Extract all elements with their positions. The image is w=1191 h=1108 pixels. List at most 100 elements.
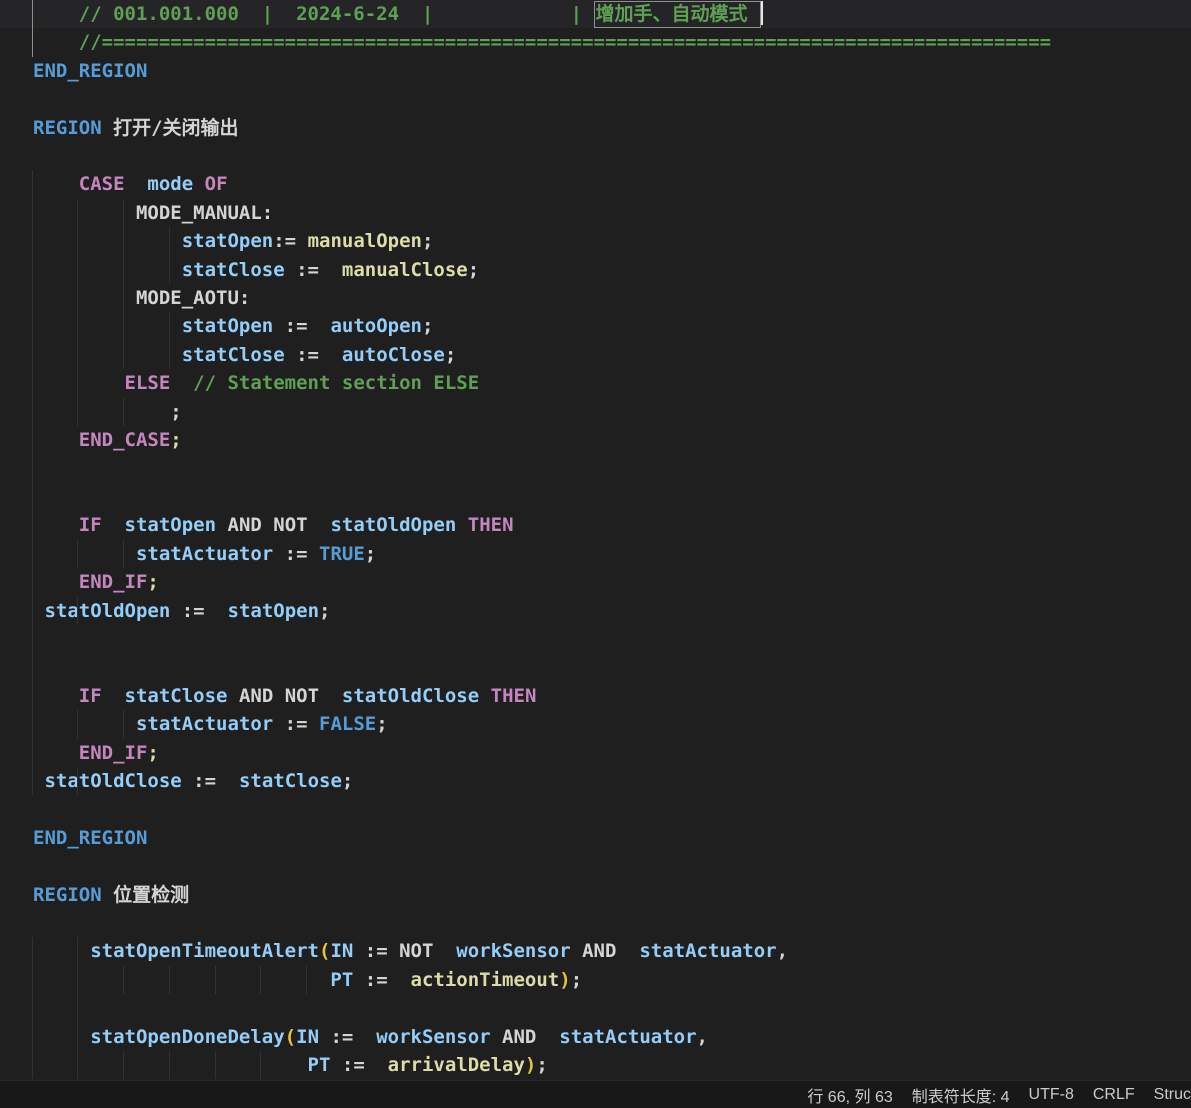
code-line[interactable]: statOpen := autoOpen; [0,312,1191,340]
code-line[interactable] [0,795,1191,823]
indent-guide [123,199,124,227]
indent-guide [32,455,33,483]
code-line[interactable]: //======================================… [0,28,1191,56]
code-token [33,344,182,366]
code-token: ; [468,259,479,281]
indent-guide [77,256,78,284]
code-token [33,543,136,565]
code-token: ; [365,543,376,565]
code-line[interactable] [0,455,1191,483]
code-line[interactable]: MODE_MANUAL: [0,199,1191,227]
code-line[interactable]: IF statClose AND NOT statOldClose THEN [0,682,1191,710]
code-line[interactable] [0,909,1191,937]
code-line[interactable] [0,994,1191,1022]
code-token: manualOpen [308,230,422,252]
code-line[interactable]: END_IF; [0,568,1191,596]
code-line[interactable]: // 001.001.000 | 2024-6-24 | | 增加手、自动模式 [0,0,1191,28]
indent-guide [32,540,33,568]
eol-indicator[interactable]: CRLF [1093,1086,1135,1104]
indent-guide [32,369,33,397]
code-token: , [697,1026,708,1048]
indent-guide [77,710,78,738]
code-token: AND [571,940,640,962]
code-token: PT [330,969,353,991]
code-line[interactable]: CASE mode OF [0,170,1191,198]
code-token: ) [559,969,570,991]
code-token: ; [319,600,330,622]
code-token [456,514,467,536]
code-line[interactable] [0,142,1191,170]
cursor-position[interactable]: 行 66, 列 63 [807,1083,892,1107]
code-line[interactable]: statClose := autoClose; [0,341,1191,369]
language-mode[interactable]: Struc [1154,1086,1191,1104]
code-line[interactable]: statOpen:= manualOpen; [0,227,1191,255]
code-token: arrivalDelay [388,1054,525,1076]
code-line[interactable]: statOpenDoneDelay(IN := workSensor AND s… [0,1023,1191,1051]
code-line[interactable]: statOpenTimeoutAlert(IN := NOT workSenso… [0,937,1191,965]
indent-guide [123,710,124,738]
code-token: ; [571,969,582,991]
code-token [102,514,125,536]
indent-guide [306,966,307,994]
indent-guide [32,227,33,255]
code-token: ; [422,315,433,337]
code-token: IF [79,685,102,707]
code-token: FALSE [319,713,376,735]
indent-guide [32,483,33,511]
code-line[interactable]: statActuator := FALSE; [0,710,1191,738]
indent-guide [77,540,78,568]
code-token: mode [147,173,193,195]
indent-guide [32,341,33,369]
code-line[interactable]: REGION 位置检测 [0,881,1191,909]
code-token: := [170,600,227,622]
indent-guide [77,767,78,795]
code-line[interactable]: ELSE // Statement section ELSE [0,369,1191,397]
code-line[interactable]: statActuator := TRUE; [0,540,1191,568]
indent-guide [32,682,33,710]
code-line[interactable]: PT := arrivalDelay); [0,1051,1191,1079]
code-line[interactable]: REGION 打开/关闭输出 [0,114,1191,142]
code-line[interactable] [0,653,1191,681]
code-token: statOldOpen [44,600,170,622]
code-token: ( [319,940,330,962]
code-line[interactable]: END_IF; [0,739,1191,767]
code-line[interactable]: END_REGION [0,824,1191,852]
code-token: statOpen [182,315,274,337]
code-line[interactable] [0,85,1191,113]
code-token: statActuator [559,1026,696,1048]
code-token [33,713,136,735]
code-line[interactable]: ; [0,398,1191,426]
code-token: AND NOT [216,514,330,536]
code-token: END_IF [79,742,148,764]
code-token: REGION [33,884,102,906]
code-token: OF [205,173,228,195]
code-line[interactable]: statOldClose := statClose; [0,767,1191,795]
code-token: THEN [468,514,514,536]
code-line[interactable]: END_REGION [0,57,1191,85]
indent-guide [32,767,33,795]
code-line[interactable] [0,852,1191,880]
code-token: statActuator [136,713,273,735]
code-token [33,940,90,962]
code-editor[interactable]: // 001.001.000 | 2024-6-24 | | 增加手、自动模式 … [0,0,1191,1080]
encoding[interactable]: UTF-8 [1029,1086,1074,1104]
code-line[interactable]: statClose := manualClose; [0,256,1191,284]
code-token: statOldOpen [330,514,456,536]
code-line[interactable]: END_CASE; [0,426,1191,454]
code-line[interactable]: IF statOpen AND NOT statOldOpen THEN [0,511,1191,539]
tab-size[interactable]: 制表符长度: 4 [912,1083,1010,1107]
code-token: END_REGION [33,827,147,849]
code-token: // Statement section ELSE [193,372,479,394]
indent-guide [32,966,33,994]
code-token: AND [491,1026,560,1048]
code-token: END_IF [79,571,148,593]
code-token: //======================================… [33,31,1051,53]
code-line[interactable]: PT := actionTimeout); [0,966,1191,994]
code-line[interactable]: MODE_AOTU: [0,284,1191,312]
code-token: 位置检测 [102,884,189,906]
code-line[interactable] [0,483,1191,511]
code-token: TRUE [319,543,365,565]
indent-guide [169,256,170,284]
code-line[interactable]: statOldOpen := statOpen; [0,597,1191,625]
code-line[interactable] [0,625,1191,653]
